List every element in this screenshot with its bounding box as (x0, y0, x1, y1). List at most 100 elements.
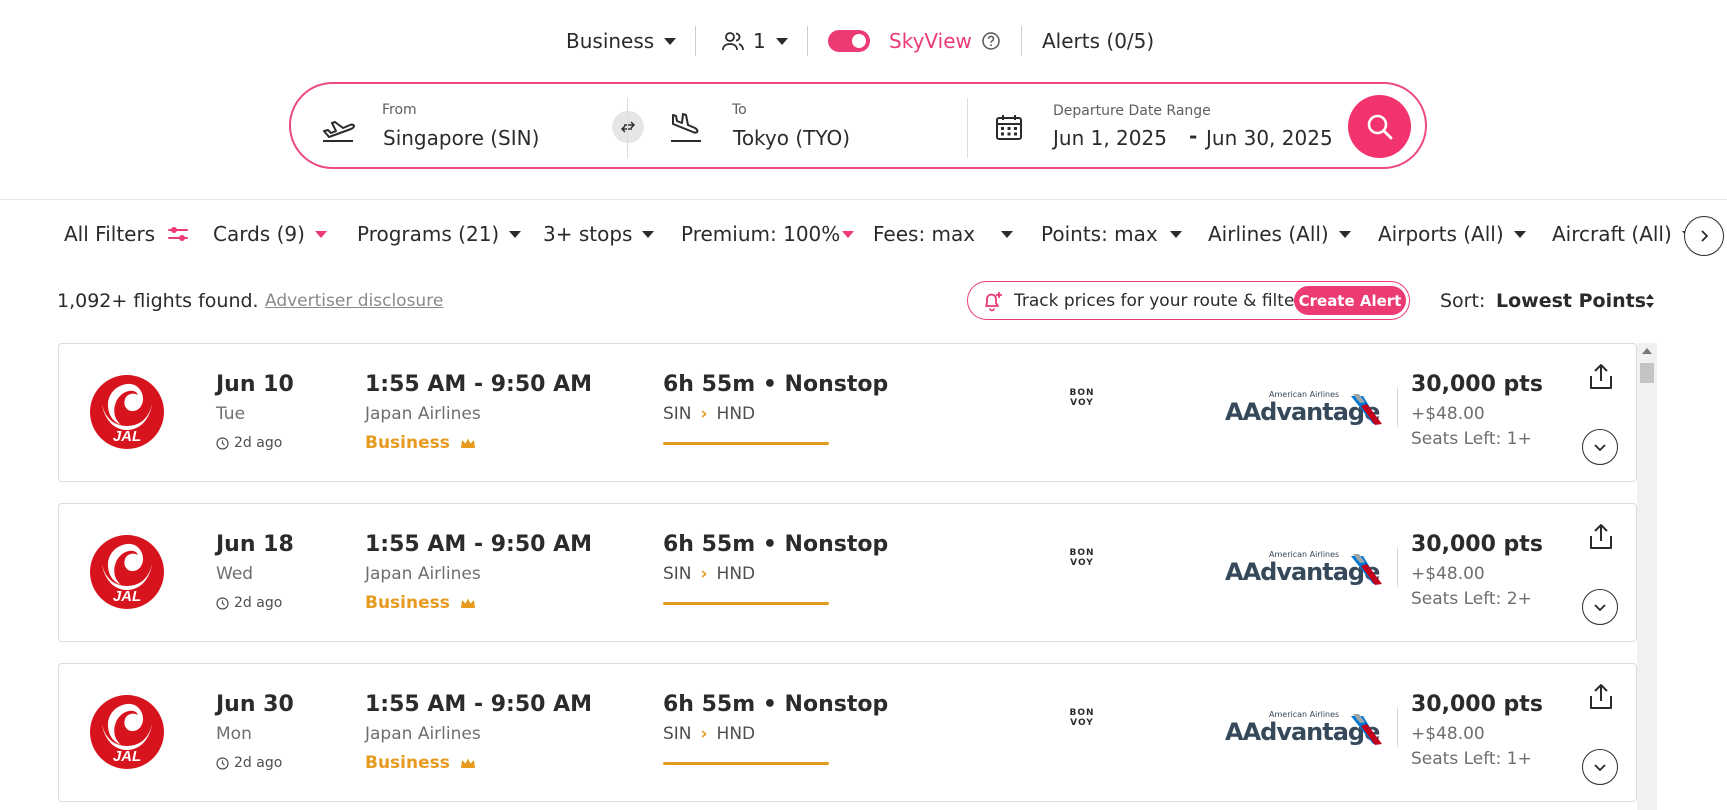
seats-left: Seats Left: 2+ (1411, 589, 1532, 609)
share-icon (1590, 684, 1612, 709)
flight-times: 1:55 AM - 9:50 AM (365, 692, 593, 717)
search-button[interactable] (1348, 95, 1411, 158)
cabin-class: Business (365, 593, 476, 613)
flight-weekday: Mon (216, 724, 252, 744)
clock-icon (216, 596, 229, 610)
crown-icon (460, 438, 475, 448)
swap-icon (620, 121, 636, 133)
alerts-link[interactable]: Alerts (0/5) (1042, 24, 1154, 58)
divider (807, 26, 808, 56)
passengers-dropdown[interactable]: 1 (721, 24, 788, 58)
expand-button[interactable] (1582, 749, 1618, 785)
flight-route: SIN › HND (663, 724, 755, 744)
flight-weekday: Wed (216, 564, 254, 584)
seats-left: Seats Left: 1+ (1411, 749, 1532, 769)
flight-duration: 6h 55m • Nonstop (663, 692, 889, 717)
jal-logo-text: JAL (113, 588, 141, 605)
chevron-down-icon (314, 230, 327, 238)
divider (627, 98, 628, 158)
aadvantage-logo: American Airlines AAdvantage (1225, 710, 1385, 746)
help-icon[interactable] (981, 24, 1001, 58)
airline-name: Japan Airlines (365, 724, 481, 744)
share-button[interactable] (1584, 360, 1618, 394)
points-filter[interactable]: Points: max (1041, 222, 1182, 246)
cabin-class: Business (365, 753, 476, 773)
flight-route: SIN › HND (663, 404, 755, 424)
swap-button[interactable] (612, 111, 644, 143)
expand-button[interactable] (1582, 429, 1618, 465)
filter-bar: All Filters Cards (9) Programs (21) 3+ s… (0, 222, 1727, 248)
passengers-count: 1 (753, 29, 766, 53)
advertiser-disclosure-link[interactable]: Advertiser disclosure (265, 291, 443, 311)
chevron-down-icon (509, 230, 522, 238)
premium-filter[interactable]: Premium: 100% (681, 222, 855, 246)
divider (1021, 26, 1022, 56)
bonvoy-logo: BON VOY (1069, 548, 1095, 568)
fees-filter[interactable]: Fees: max (873, 222, 1014, 246)
cash-fee: +$48.00 (1411, 564, 1485, 584)
flight-card[interactable]: JAL Jun 18 Wed 2d ago 1:55 AM - 9:50 AM … (58, 503, 1637, 642)
airlines-filter[interactable]: Airlines (All) (1208, 222, 1351, 246)
expand-button[interactable] (1582, 589, 1618, 625)
sort-arrows-icon[interactable] (1645, 292, 1655, 310)
sort-label: Sort: (1440, 290, 1486, 312)
flight-weekday: Tue (216, 404, 246, 424)
destination-code: HND (716, 564, 756, 584)
programs-filter-label: Programs (21) (357, 222, 500, 246)
from-label: From (382, 102, 417, 118)
from-input[interactable]: Singapore (SIN) (383, 126, 539, 150)
updated-time-text: 2d ago (234, 755, 283, 771)
points-price: 30,000 pts (1411, 532, 1543, 557)
results-scrollbar[interactable] (1637, 343, 1657, 810)
date-end-input[interactable]: Jun 30, 2025 (1206, 126, 1333, 150)
divider (967, 98, 968, 158)
aa-flight-symbol-icon (1351, 714, 1382, 745)
share-icon (1590, 364, 1612, 389)
aa-flight-symbol-icon (1351, 394, 1382, 425)
aadvantage-logo: American Airlines AAdvantage (1225, 550, 1385, 586)
date-start-input[interactable]: Jun 1, 2025 (1053, 126, 1167, 150)
divider (695, 26, 696, 56)
filters-scroll-right-button[interactable] (1684, 216, 1724, 256)
flight-card[interactable]: JAL Jun 10 Tue 2d ago 1:55 AM - 9:50 AM … (58, 343, 1637, 482)
origin-code: SIN (663, 724, 692, 744)
plane-takeoff-icon (323, 121, 355, 142)
jal-logo: JAL (90, 535, 164, 609)
airports-filter[interactable]: Airports (All) (1378, 222, 1526, 246)
to-input[interactable]: Tokyo (TYO) (733, 126, 850, 150)
scrollbar-thumb[interactable] (1640, 363, 1654, 383)
track-prices-banner: Track prices for your route & filters Cr… (967, 281, 1410, 320)
cabin-dropdown[interactable]: Business (566, 24, 677, 58)
share-button[interactable] (1584, 520, 1618, 554)
scroll-up-arrow[interactable] (1642, 348, 1652, 354)
share-button[interactable] (1584, 680, 1618, 714)
flight-card[interactable]: JAL Jun 30 Mon 2d ago 1:55 AM - 9:50 AM … (58, 663, 1637, 802)
aircraft-filter[interactable]: Aircraft (All) (1552, 222, 1694, 246)
divider (0, 199, 1727, 200)
updated-time-text: 2d ago (234, 595, 283, 611)
duration-bar (663, 602, 829, 605)
sort-dropdown[interactable]: Lowest Points (1496, 290, 1646, 312)
divider (1397, 547, 1398, 587)
results-count: 1,092+ flights found. (57, 290, 259, 312)
search-icon (1367, 114, 1392, 139)
skyview-toggle[interactable] (828, 30, 870, 52)
programs-filter[interactable]: Programs (21) (357, 222, 522, 246)
all-filters-button[interactable]: All Filters (64, 222, 189, 246)
chevron-down-icon (642, 230, 655, 238)
cabin-class-text: Business (365, 593, 450, 613)
seats-left: Seats Left: 1+ (1411, 429, 1532, 449)
airline-name: Japan Airlines (365, 564, 481, 584)
skyview-label: SkyView (889, 29, 972, 53)
chevron-down-icon (1594, 444, 1606, 452)
bell-plus-icon (985, 292, 1002, 312)
create-alert-button[interactable]: Create Alert (1294, 286, 1406, 315)
flight-duration: 6h 55m • Nonstop (663, 532, 889, 557)
duration-bar (663, 762, 829, 765)
airports-filter-label: Airports (All) (1378, 222, 1504, 246)
stops-filter[interactable]: 3+ stops (543, 222, 655, 246)
aa-flight-symbol-icon (1351, 554, 1382, 585)
cards-filter[interactable]: Cards (9) (213, 222, 327, 246)
chevron-down-icon (664, 37, 677, 45)
chevron-right-icon: › (700, 724, 708, 744)
